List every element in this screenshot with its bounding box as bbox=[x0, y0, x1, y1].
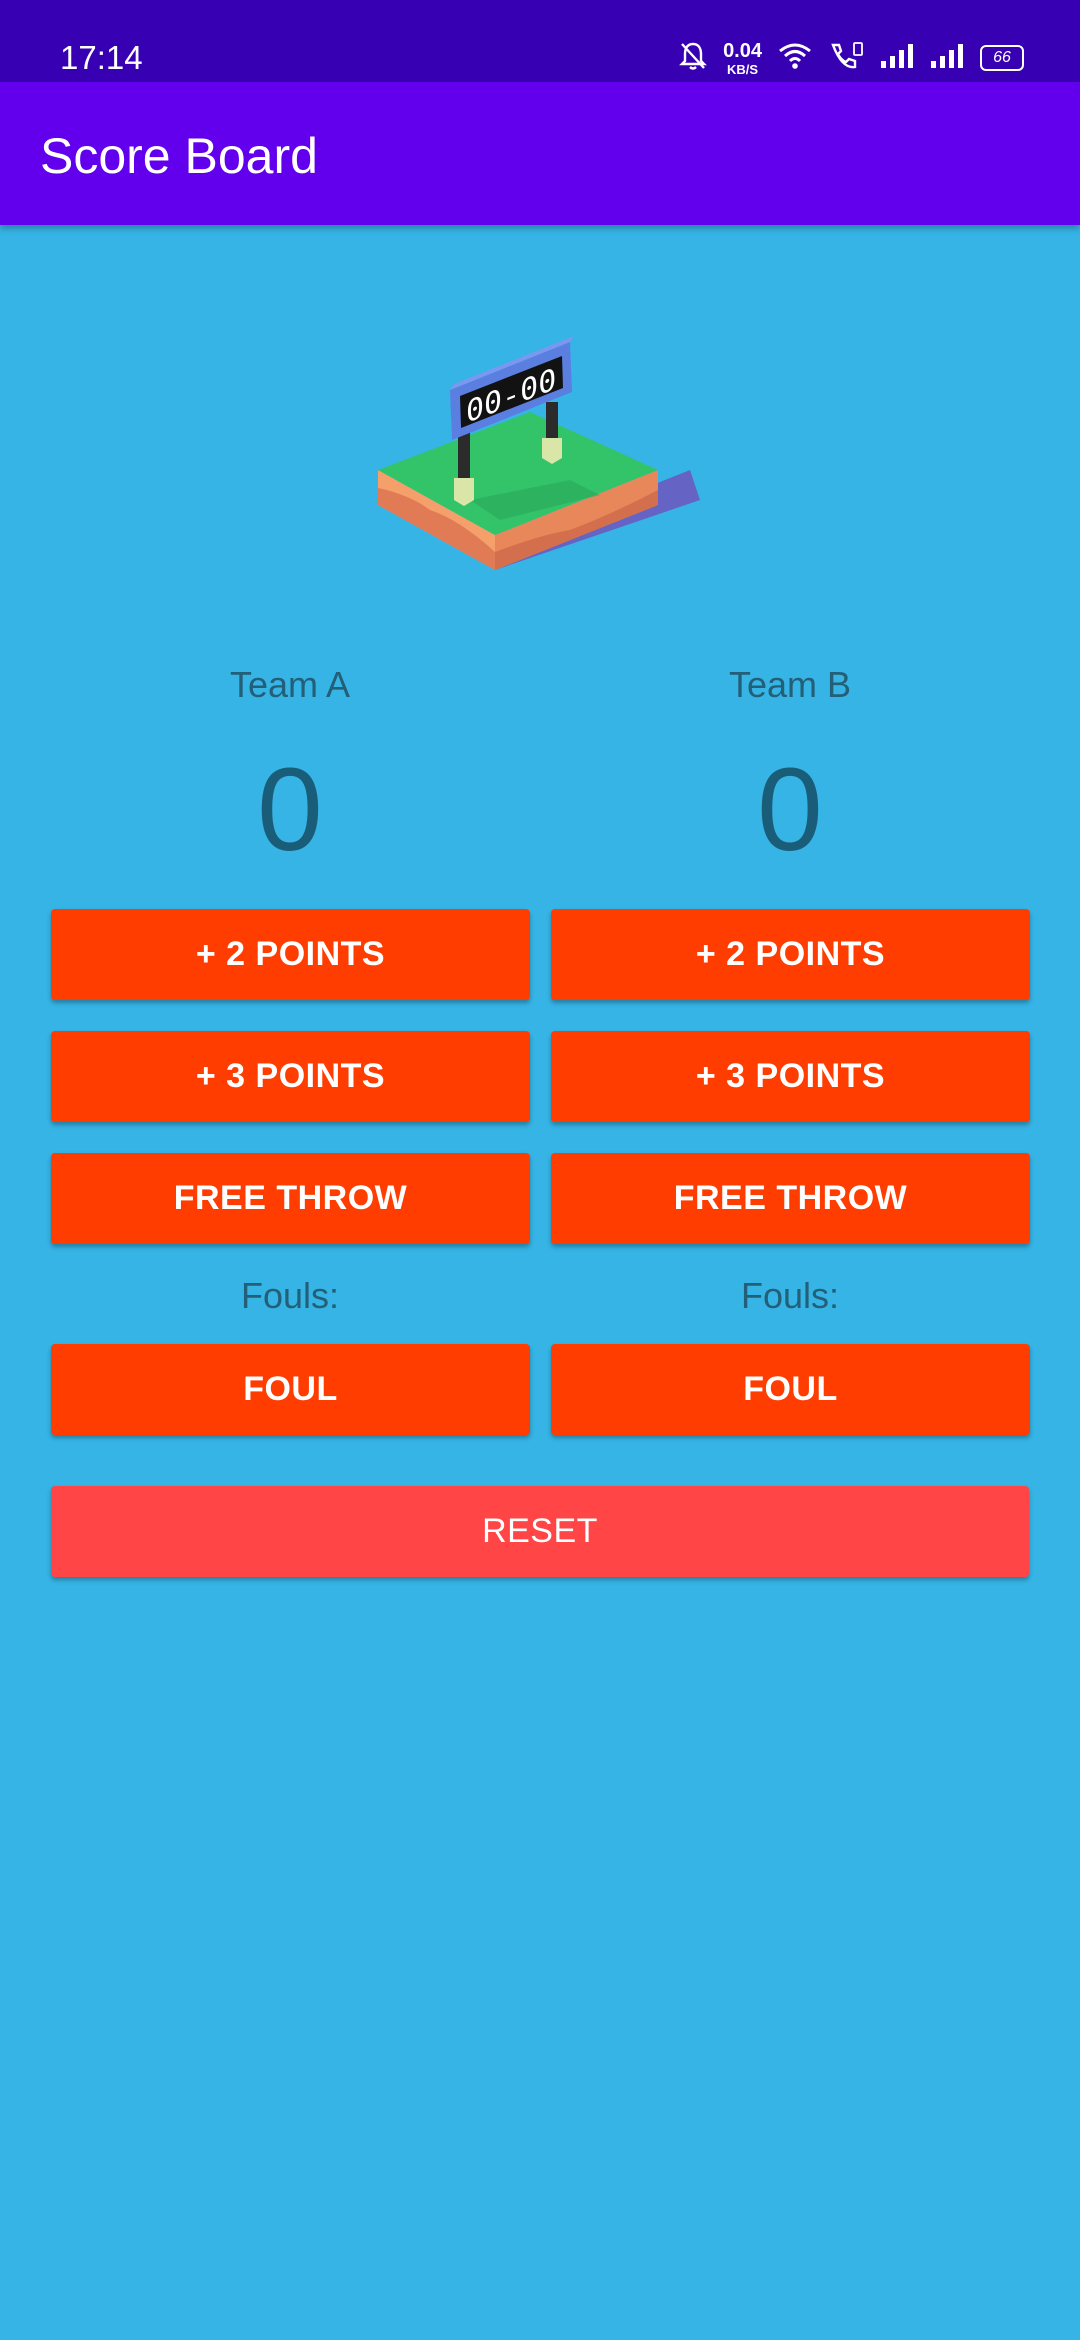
team-a-foul-button[interactable]: FOUL bbox=[51, 1344, 530, 1435]
signal-icon bbox=[930, 43, 964, 74]
network-speed-value: 0.04 bbox=[723, 39, 762, 62]
battery-level: 66 bbox=[993, 49, 1011, 66]
team-b-plus-3-button[interactable]: + 3 POINTS bbox=[551, 1031, 1030, 1122]
team-b-plus-2-button[interactable]: + 2 POINTS bbox=[551, 909, 1030, 1000]
team-a-free-throw-button[interactable]: FREE THROW bbox=[51, 1153, 530, 1244]
wifi-icon bbox=[778, 42, 812, 75]
app-title: Score Board bbox=[40, 128, 318, 184]
team-b-label: Team B bbox=[728, 664, 852, 705]
team-a-plus-3-button[interactable]: + 3 POINTS bbox=[51, 1031, 530, 1122]
team-a-label: Team A bbox=[229, 664, 351, 705]
battery-icon: 66 bbox=[980, 45, 1024, 71]
status-bar: 17:14 0.04 KB/S 66 bbox=[0, 0, 1080, 82]
team-b-score: 0 bbox=[757, 744, 823, 876]
team-a-score: 0 bbox=[257, 744, 323, 876]
network-speed: 0.04 KB/S bbox=[723, 41, 762, 76]
signal-icon bbox=[880, 43, 914, 74]
call-icon bbox=[828, 41, 864, 76]
network-speed-unit: KB/S bbox=[727, 61, 759, 77]
app-bar: Score Board bbox=[0, 82, 1080, 225]
status-time: 17:14 bbox=[60, 39, 143, 76]
bell-off-icon bbox=[679, 41, 707, 76]
team-b-free-throw-button[interactable]: FREE THROW bbox=[551, 1153, 1030, 1244]
team-b-fouls-label: Fouls: bbox=[740, 1275, 840, 1316]
reset-button[interactable]: RESET bbox=[51, 1486, 1029, 1577]
team-b-foul-button[interactable]: FOUL bbox=[551, 1344, 1030, 1435]
scoreboard-illustration: 00-00 bbox=[370, 330, 710, 590]
team-a-plus-2-button[interactable]: + 2 POINTS bbox=[51, 909, 530, 1000]
team-a-fouls-label: Fouls: bbox=[240, 1275, 340, 1316]
status-icons: 0.04 KB/S 66 bbox=[679, 36, 1024, 80]
